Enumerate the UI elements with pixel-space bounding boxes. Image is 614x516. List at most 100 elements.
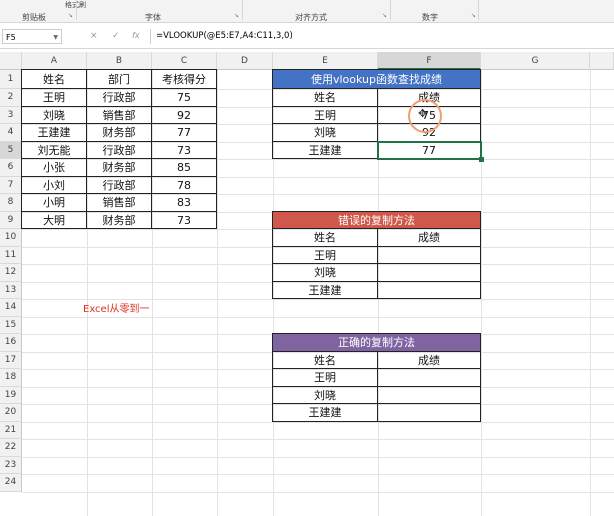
gridline xyxy=(22,421,614,423)
row-header-18[interactable]: 18 xyxy=(0,369,22,387)
spreadsheet-grid[interactable]: A B C D E F G 1 2 3 4 5 6 7 8 9 10 11 12 13 14 15 16 17 18 19 20 21… xyxy=(0,52,614,516)
table-cell[interactable]: 销售部 xyxy=(86,105,152,124)
column-header-D[interactable]: D xyxy=(217,52,273,70)
insert-function-icon[interactable]: fx xyxy=(132,31,140,40)
table-cell[interactable]: 73 xyxy=(151,140,217,159)
table-cell[interactable]: 刘晓 xyxy=(272,123,378,142)
row-header-7[interactable]: 7 xyxy=(0,176,22,194)
header-cell[interactable]: 考核得分 xyxy=(151,69,217,89)
row-header-10[interactable]: 10 xyxy=(0,229,22,247)
column-header-F[interactable]: F xyxy=(378,52,481,70)
header-cell[interactable]: 成绩 xyxy=(377,350,481,369)
row-header-17[interactable]: 17 xyxy=(0,351,22,369)
table-cell[interactable]: 75 xyxy=(151,88,217,107)
header-cell[interactable]: 姓名 xyxy=(272,350,378,369)
row-header-1[interactable]: 1 xyxy=(0,70,22,89)
fill-handle[interactable] xyxy=(479,157,484,162)
table-cell[interactable]: 刘晓 xyxy=(272,385,378,404)
column-header-C[interactable]: C xyxy=(152,52,217,70)
row-header-14[interactable]: 14 xyxy=(0,299,22,317)
table-cell[interactable]: 王明 xyxy=(272,245,378,264)
table-cell[interactable] xyxy=(377,368,481,387)
table-cell[interactable]: 小刘 xyxy=(21,175,87,194)
name-box-value: F5 xyxy=(6,33,16,42)
table-cell[interactable]: 73 xyxy=(151,210,217,229)
table-cell[interactable]: 85 xyxy=(151,158,217,177)
table-cell[interactable]: 78 xyxy=(151,175,217,194)
formula-input[interactable]: =VLOOKUP(@E5:E7,A4:C11,3,0) xyxy=(150,29,614,44)
row-header-3[interactable]: 3 xyxy=(0,106,22,124)
dialog-launcher-icon[interactable]: ↘ xyxy=(234,12,239,19)
header-cell[interactable]: 姓名 xyxy=(272,88,378,107)
ribbon: 格式刷 剪贴板 ↘ 字体 ↘ 对齐方式 ↘ 数字 ↘ xyxy=(0,0,614,23)
header-cell[interactable]: 成绩 xyxy=(377,228,481,247)
table-cell[interactable]: 财务部 xyxy=(86,210,152,229)
table-cell[interactable]: 财务部 xyxy=(86,123,152,142)
table-cell[interactable]: 王明 xyxy=(272,105,378,124)
row-header-4[interactable]: 4 xyxy=(0,124,22,142)
table-cell[interactable]: 小明 xyxy=(21,193,87,212)
table-cell[interactable]: 王建建 xyxy=(272,280,378,299)
table-cell[interactable]: 王建建 xyxy=(21,123,87,142)
cancel-icon[interactable]: × xyxy=(90,31,98,41)
row-header-21[interactable]: 21 xyxy=(0,421,22,439)
table-cell[interactable]: 销售部 xyxy=(86,193,152,212)
table-cell[interactable]: 财务部 xyxy=(86,158,152,177)
table-cell[interactable]: 行政部 xyxy=(86,88,152,107)
chevron-down-icon[interactable]: ▼ xyxy=(53,30,58,45)
column-header-G[interactable]: G xyxy=(481,52,590,70)
row-header-23[interactable]: 23 xyxy=(0,456,22,474)
header-cell[interactable]: 部门 xyxy=(86,69,152,89)
select-all-corner[interactable] xyxy=(0,52,22,70)
table-cell[interactable]: 77 xyxy=(151,123,217,142)
watermark-text: Excel从零到一 xyxy=(83,304,150,315)
table-cell[interactable]: 王建建 xyxy=(272,403,378,422)
table-cell[interactable]: 行政部 xyxy=(86,175,152,194)
table-cell[interactable]: 行政部 xyxy=(86,140,152,159)
row-header-12[interactable]: 12 xyxy=(0,264,22,282)
column-header-B[interactable]: B xyxy=(87,52,152,70)
table-cell[interactable]: 刘晓 xyxy=(272,263,378,282)
row-header-5[interactable]: 5 xyxy=(0,141,22,159)
dialog-launcher-icon[interactable]: ↘ xyxy=(471,12,476,19)
table-cell[interactable]: 大明 xyxy=(21,210,87,229)
dialog-launcher-icon[interactable]: ↘ xyxy=(68,12,73,19)
table-cell[interactable]: 刘晓 xyxy=(21,105,87,124)
table-cell[interactable] xyxy=(377,245,481,264)
table-cell[interactable]: 王建建 xyxy=(272,140,378,159)
column-header-A[interactable]: A xyxy=(22,52,87,70)
row-header-11[interactable]: 11 xyxy=(0,246,22,264)
table-cell[interactable]: 王明 xyxy=(21,88,87,107)
row-header-16[interactable]: 16 xyxy=(0,334,22,352)
cursor-icon: ✥ xyxy=(418,106,428,120)
table-cell[interactable] xyxy=(377,280,481,299)
lookup_table-title: 使用vlookup函数查找成绩 xyxy=(272,69,481,89)
row-header-2[interactable]: 2 xyxy=(0,89,22,107)
row-header-24[interactable]: 24 xyxy=(0,474,22,492)
row-header-19[interactable]: 19 xyxy=(0,386,22,404)
table-cell[interactable] xyxy=(377,263,481,282)
row-header-6[interactable]: 6 xyxy=(0,159,22,177)
table-cell[interactable]: 83 xyxy=(151,193,217,212)
header-cell[interactable]: 姓名 xyxy=(272,228,378,247)
table-cell[interactable] xyxy=(377,385,481,404)
row-header-8[interactable]: 8 xyxy=(0,194,22,212)
gridline xyxy=(217,70,218,516)
row-header-15[interactable]: 15 xyxy=(0,316,22,334)
dialog-launcher-icon[interactable]: ↘ xyxy=(382,12,387,19)
table-cell[interactable] xyxy=(377,403,481,422)
name-box[interactable]: F5 ▼ xyxy=(2,29,62,44)
row-header-20[interactable]: 20 xyxy=(0,404,22,422)
column-header-E[interactable]: E xyxy=(273,52,378,70)
enter-icon[interactable]: ✓ xyxy=(112,31,120,41)
table-cell[interactable]: 92 xyxy=(151,105,217,124)
formula-bar: F5 ▼ × ✓ fx =VLOOKUP(@E5:E7,A4:C11,3,0) xyxy=(0,26,614,49)
header-cell[interactable]: 姓名 xyxy=(21,69,87,89)
table-cell[interactable]: 小张 xyxy=(21,158,87,177)
right_table-title: 正确的复制方法 xyxy=(272,333,481,352)
row-header-9[interactable]: 9 xyxy=(0,211,22,229)
row-header-13[interactable]: 13 xyxy=(0,281,22,299)
row-header-22[interactable]: 22 xyxy=(0,439,22,457)
table-cell[interactable]: 刘无能 xyxy=(21,140,87,159)
table-cell[interactable]: 王明 xyxy=(272,368,378,387)
